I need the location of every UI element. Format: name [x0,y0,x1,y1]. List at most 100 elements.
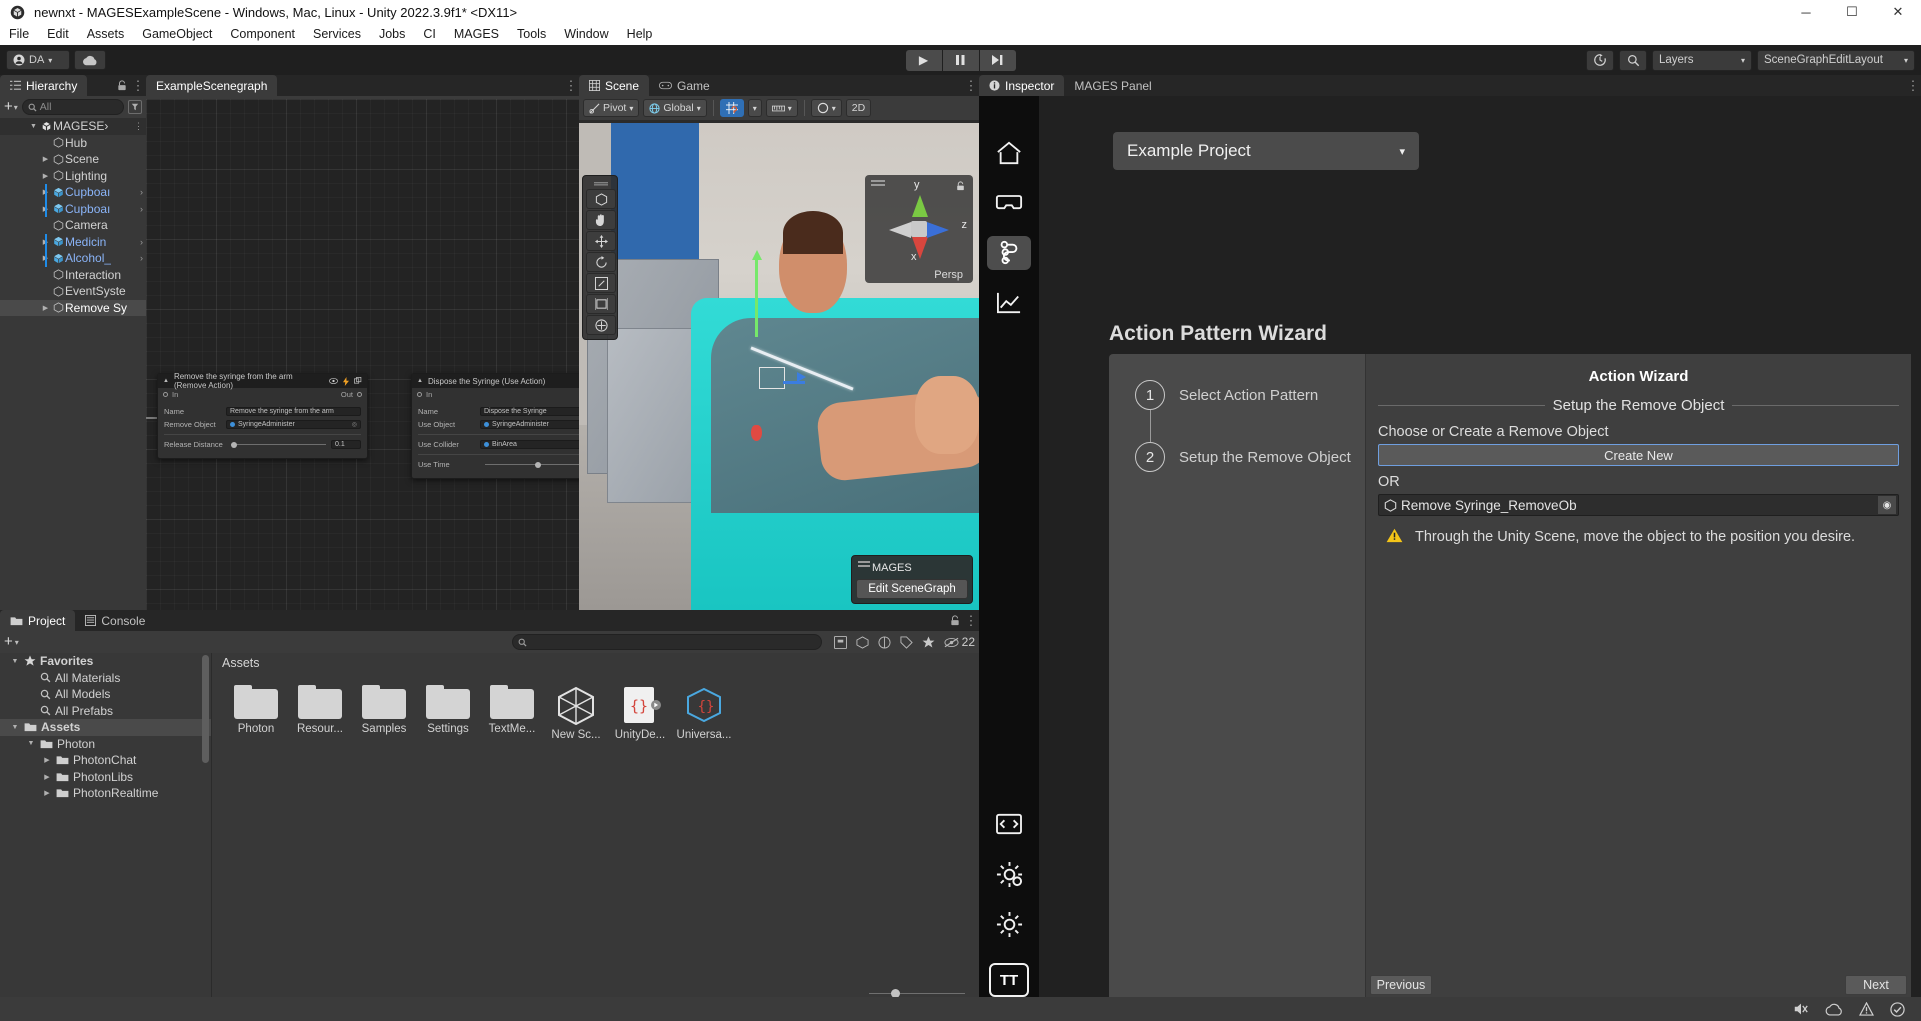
hierarchy-row[interactable]: ▶Cupboaı› [0,200,146,217]
node-field-remove-object-input[interactable]: SyringeAdminister ◎ [226,420,361,429]
scenegraph-node-use-action[interactable]: ▲ Dispose the Syringe (Use Action) In Na… [411,373,579,479]
next-button[interactable]: Next [1845,975,1907,995]
scene-orientation-gizmo[interactable]: y z x Persp [865,175,973,283]
previous-button[interactable]: Previous [1370,975,1432,995]
tab-inspector[interactable]: Inspector [979,75,1065,96]
node-out-port[interactable] [357,392,362,397]
minimize-button[interactable]: ─ [1783,0,1829,24]
close-button[interactable]: ✕ [1875,0,1921,24]
rail-settings-button[interactable] [987,857,1031,891]
rail-analytics-button[interactable] [987,286,1031,320]
menu-gameobject[interactable]: GameObject [133,24,221,45]
pivot-dropdown[interactable]: Pivot ▾ [583,99,640,117]
project-tree-scrollbar[interactable] [202,655,209,763]
layers-dropdown[interactable]: Layers ▾ [1652,49,1752,71]
pause-button[interactable] [942,49,979,71]
rotate-tool-icon[interactable] [586,252,616,272]
save-search-icon[interactable] [833,635,847,649]
hierarchy-menu-icon[interactable]: ⋮ [130,78,146,94]
asset-item[interactable]: {} UnityDe... [608,685,672,741]
gizmo-z-arrow[interactable] [797,372,806,383]
step-button[interactable] [979,49,1016,71]
grip-icon[interactable] [586,180,616,188]
favorite-icon[interactable] [922,636,935,649]
gizmo-x-cone[interactable] [912,237,928,259]
gizmo-negz-cone[interactable] [889,222,911,238]
global-dropdown[interactable]: Global ▾ [643,99,707,117]
project-tree-row[interactable]: ▼ Photon [0,736,211,753]
project-tree-row[interactable]: ▼ Assets [0,719,211,736]
expand-arrow-icon[interactable]: ▶ [40,155,51,163]
gizmo-x-arrow[interactable] [751,424,762,441]
mute-icon[interactable] [1793,1002,1809,1016]
account-button[interactable]: DA ▾ [6,50,70,70]
node-in-port[interactable] [417,392,422,397]
scale-tool-icon[interactable] [586,273,616,293]
lock-icon[interactable] [947,615,963,626]
type-filter-icon[interactable] [878,635,891,649]
menu-jobs[interactable]: Jobs [370,24,414,45]
move-tool-icon[interactable] [586,231,616,251]
rail-code-button[interactable] [987,807,1031,841]
node-field-name-input[interactable]: Dispose the Syringe [480,407,579,416]
asset-item[interactable]: Settings [416,685,480,741]
node-header[interactable]: ▲ Remove the syringe from the arm (Remov… [158,372,367,390]
hierarchy-row[interactable]: EventSyste [0,283,146,300]
asset-item[interactable]: New Sc... [544,685,608,741]
snap-increment-button[interactable]: ▾ [765,99,798,117]
project-tree-row[interactable]: All Models [0,686,211,703]
grip-icon[interactable] [858,561,870,563]
menu-window[interactable]: Window [555,24,617,45]
menu-file[interactable]: File [0,24,38,45]
expand-arrow-icon[interactable]: ▶ [42,756,52,764]
project-tree-row[interactable]: ▶ PhotonRealtime [0,785,211,802]
hierarchy-search-input[interactable]: All [21,99,124,115]
tab-scene[interactable]: Scene [579,75,650,96]
release-distance-slider[interactable] [231,440,326,450]
history-button[interactable] [1586,49,1614,71]
scene-menu-icon[interactable]: ⋮ [963,78,979,94]
hierarchy-row[interactable]: ▶Medicin› [0,233,146,250]
hierarchy-add-button[interactable]: + [4,99,13,114]
edit-scenegraph-button[interactable]: Edit SceneGraph [856,579,968,599]
collab-icon[interactable] [1890,1001,1905,1017]
project-add-caret[interactable]: ▾ [15,638,19,647]
project-tree-row[interactable]: ▼ Favorites [0,653,211,670]
project-select-dropdown[interactable]: Example Project ▾ [1113,132,1419,170]
hierarchy-add-caret[interactable]: ▾ [14,103,18,112]
hierarchy-row-menu-icon[interactable]: ⋮ [134,121,146,132]
slider-knob[interactable] [231,441,237,448]
tab-hierarchy[interactable]: Hierarchy [0,75,88,96]
bolt-icon[interactable] [343,376,349,386]
tab-project[interactable]: Project [0,610,76,631]
expand-arrow-icon[interactable]: ▶ [40,172,51,180]
collapse-icon[interactable]: ▲ [417,378,423,384]
release-distance-value[interactable]: 0.1 [331,440,361,449]
rail-home-button[interactable] [987,136,1031,170]
gizmo-y-axis[interactable] [755,259,758,338]
use-time-slider[interactable] [485,460,579,470]
project-tree-row[interactable]: All Materials [0,670,211,687]
grid-snap-caret[interactable]: ▾ [747,99,762,117]
slider-knob[interactable] [535,461,541,468]
rect-tool-icon[interactable] [586,294,616,314]
hierarchy-row[interactable]: ▶ Scene [0,151,146,168]
node-field-use-collider-input[interactable]: BinArea [480,440,579,449]
project-menu-icon[interactable]: ⋮ [963,613,979,629]
object-picker-icon[interactable]: ◉ [1878,496,1896,514]
hierarchy-row[interactable]: Hub [0,135,146,152]
project-tree-row[interactable]: All Prefabs [0,703,211,720]
play-button[interactable]: ▶ [905,49,942,71]
menu-assets[interactable]: Assets [78,24,134,45]
hierarchy-row[interactable]: ▶ Remove Sy [0,299,146,316]
filter-icon[interactable] [128,100,142,114]
project-tree-row[interactable]: ▶ PhotonChat [0,752,211,769]
expand-arrow-icon[interactable]: ▼ [26,740,36,747]
package-filter-icon[interactable] [856,635,869,649]
menu-mages[interactable]: MAGES [445,24,508,45]
gizmo-y-cone[interactable] [912,195,928,217]
asset-item[interactable]: TextMe... [480,685,544,741]
grip-icon[interactable] [871,180,885,182]
object-picker-icon[interactable]: ◎ [352,421,357,428]
scenegraph-node-remove-action[interactable]: ▲ Remove the syringe from the arm (Remov… [157,372,368,459]
